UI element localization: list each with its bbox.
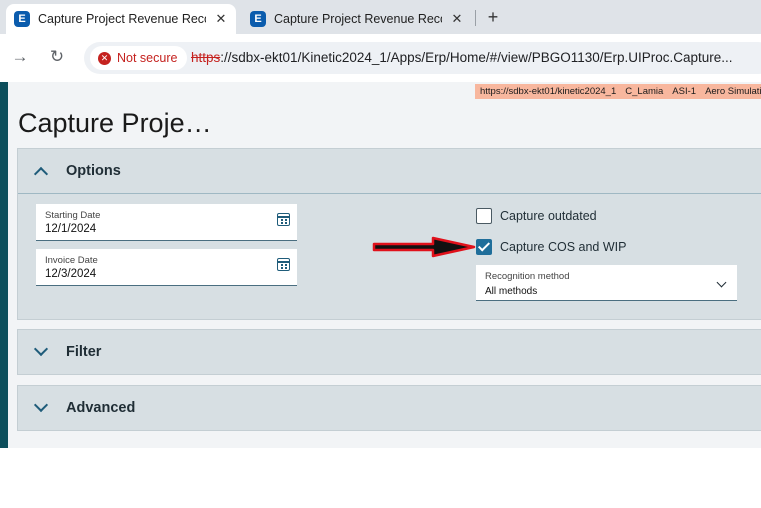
tab-title: Capture Project Revenue Recognition: [38, 12, 206, 26]
tab-separator: [475, 10, 476, 26]
calendar-icon[interactable]: [277, 258, 290, 271]
env-company: Aero Simulation: [705, 86, 761, 97]
annotation-arrow-icon: [372, 236, 476, 258]
options-panel-header[interactable]: Options: [18, 149, 761, 193]
page-title: Capture Proje…: [18, 108, 212, 138]
options-header-label: Options: [66, 163, 121, 179]
url-scheme: https: [191, 50, 221, 65]
recognition-method-select[interactable]: Recognition method All methods: [476, 265, 737, 301]
chevron-down-icon: [33, 341, 49, 357]
panel-divider: [18, 193, 761, 194]
epicor-favicon-icon: E: [14, 11, 30, 27]
env-site: ASI-1: [672, 86, 697, 97]
filter-panel: Filter: [17, 329, 761, 375]
browser-tab-active[interactable]: E Capture Project Revenue Recognition ✕: [6, 4, 236, 34]
browser-tab-inactive[interactable]: E Capture Project Revenue Recognition ✕: [242, 4, 472, 34]
url-text[interactable]: https://sdbx-ekt01/Kinetic2024_1/Apps/Er…: [191, 50, 733, 65]
forward-icon[interactable]: →: [9, 47, 31, 67]
chevron-down-icon: [33, 397, 49, 413]
chevron-up-icon: [33, 166, 49, 182]
invoice-date-field[interactable]: Invoice Date 12/3/2024: [36, 249, 297, 286]
epicor-favicon-icon: E: [250, 11, 266, 27]
advanced-header-label: Advanced: [66, 400, 136, 416]
close-tab-icon[interactable]: ✕: [214, 11, 228, 27]
starting-date-field[interactable]: Starting Date 12/1/2024: [36, 204, 297, 241]
field-label: Starting Date: [45, 210, 101, 221]
capture-outdated-label: Capture outdated: [500, 209, 597, 223]
field-label: Invoice Date: [45, 255, 98, 266]
address-toolbar: → ↻ ✕ Not secure https://sdbx-ekt01/Kine…: [0, 34, 761, 82]
field-label: Recognition method: [485, 271, 570, 282]
omnibox[interactable]: ✕ Not secure https://sdbx-ekt01/Kinetic2…: [84, 42, 761, 74]
left-accent-bar: [0, 82, 8, 448]
advanced-panel: Advanced: [17, 385, 761, 431]
reload-icon[interactable]: ↻: [46, 47, 68, 67]
security-label: Not secure: [117, 51, 178, 65]
tab-title: Capture Project Revenue Recognition: [274, 12, 442, 26]
close-tab-icon[interactable]: ✕: [450, 11, 464, 27]
new-tab-button[interactable]: +: [481, 6, 505, 28]
capture-cos-wip-checkbox[interactable]: [476, 239, 492, 255]
capture-outdated-checkbox[interactable]: [476, 208, 492, 224]
filter-header-label: Filter: [66, 344, 102, 360]
field-value: 12/1/2024: [45, 223, 97, 235]
filter-panel-header[interactable]: Filter: [18, 330, 761, 374]
capture-cos-wip-label: Capture COS and WIP: [500, 240, 627, 254]
warning-icon: ✕: [98, 51, 111, 65]
field-value: All methods: [485, 286, 538, 297]
env-user: C_Lamia: [625, 86, 664, 97]
environment-strip: https://sdbx-ekt01/kinetic2024_1 C_Lamia A…: [475, 84, 761, 99]
field-value: 12/3/2024: [45, 268, 97, 280]
not-secure-chip[interactable]: ✕ Not secure: [90, 46, 188, 70]
url-path: ://sdbx-ekt01/Kinetic2024_1/Apps/Erp/Hom…: [220, 50, 733, 65]
calendar-icon[interactable]: [277, 213, 290, 226]
browser-tab-bar: E Capture Project Revenue Recognition ✕ …: [0, 0, 761, 34]
advanced-panel-header[interactable]: Advanced: [18, 386, 761, 430]
chevron-down-icon: [716, 277, 727, 288]
env-url: https://sdbx-ekt01/kinetic2024_1: [480, 86, 617, 97]
